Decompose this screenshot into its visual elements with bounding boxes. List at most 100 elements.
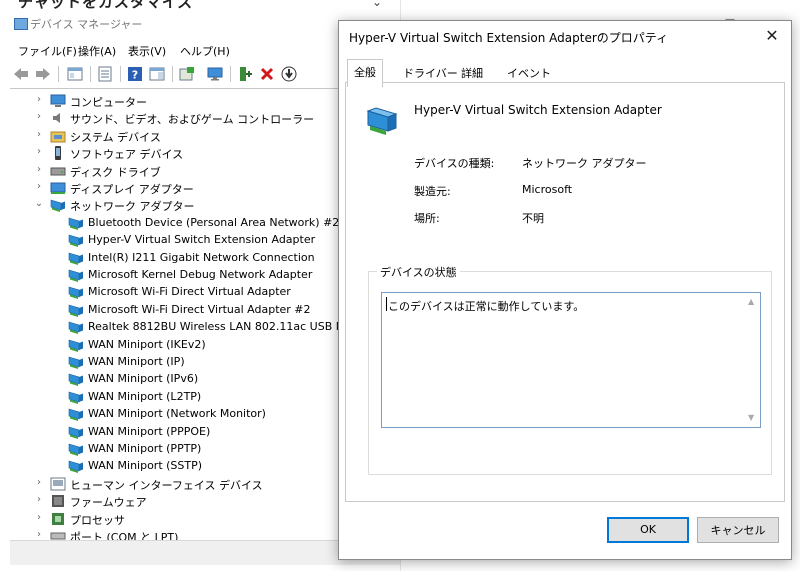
location-value: 不明 (522, 212, 544, 225)
tree-item-label: WAN Miniport (PPPOE) (88, 424, 211, 438)
forward-arrow-icon[interactable] (34, 65, 52, 83)
cancel-button[interactable]: キャンセル (697, 517, 779, 543)
add-legacy-hardware-icon[interactable] (236, 65, 254, 83)
close-icon[interactable]: ✕ (763, 27, 781, 45)
network-adapter-icon (68, 354, 84, 370)
chevron-right-icon[interactable]: › (34, 494, 44, 505)
tree-item-label: Realtek 8812BU Wireless LAN 802.11ac USB… (88, 320, 355, 334)
tree-item-label: Hyper-V Virtual Switch Extension Adapter (88, 233, 316, 247)
network-adapter-icon (68, 371, 84, 387)
action-pane-icon[interactable] (148, 65, 166, 83)
scroll-up-icon[interactable]: ▲ (748, 297, 754, 306)
toolbar-separator (120, 66, 121, 82)
device-type-value: ネットワーク アダプター (522, 157, 647, 170)
uninstall-x-icon[interactable] (258, 65, 276, 83)
tree-item-label: WAN Miniport (IKEv2) (88, 337, 206, 351)
chevron-down-icon[interactable]: ⌄ (34, 198, 44, 209)
tree-item-label: ソフトウェア デバイス (70, 148, 184, 162)
back-arrow-icon[interactable] (12, 65, 30, 83)
location-label: 場所: (414, 212, 440, 225)
monitor-icon[interactable] (206, 65, 224, 83)
update-driver-icon[interactable] (178, 65, 196, 83)
chevron-right-icon[interactable]: › (34, 129, 44, 140)
chevron-right-icon[interactable]: › (34, 146, 44, 157)
network-adapter-icon (68, 284, 84, 300)
tab-events[interactable]: イベント (501, 63, 557, 83)
text-caret (386, 297, 387, 311)
tree-item-label: Microsoft Kernel Debug Network Adapter (88, 268, 313, 281)
device-name: Hyper-V Virtual Switch Extension Adapter (414, 103, 662, 117)
software-device-icon (50, 145, 66, 161)
disk-drive-icon (50, 163, 66, 179)
menu-view[interactable]: 表示(V) (128, 43, 166, 59)
tab-details[interactable]: 詳細 (455, 63, 489, 83)
scroll-down-icon[interactable]: ▼ (748, 413, 754, 422)
toolbar-separator (58, 66, 59, 82)
network-adapter-icon (68, 267, 84, 283)
tree-item-label: ディスク ドライブ (70, 165, 161, 179)
ok-button[interactable]: OK (607, 517, 689, 543)
network-adapter-icon (68, 406, 84, 422)
tree-item-label: WAN Miniport (IP) (88, 355, 185, 368)
help-icon[interactable]: ? (126, 65, 144, 83)
toolbar-separator (230, 66, 231, 82)
manufacturer-value: Microsoft (522, 183, 573, 196)
network-adapter-icon (68, 232, 84, 248)
firmware-icon (50, 493, 66, 509)
network-adapter-icon (68, 389, 84, 405)
tree-item-label: ファームウェア (70, 496, 147, 510)
tree-item-label: システム デバイス (70, 130, 161, 144)
device-status-textbox[interactable]: このデバイスは正常に動作しています。 ▲ ▼ (381, 292, 761, 428)
general-tab-panel: Hyper-V Virtual Switch Extension Adapter… (345, 82, 785, 502)
tree-item-label: Microsoft Wi-Fi Direct Virtual Adapter (88, 285, 291, 299)
network-adapter-icon (68, 458, 84, 474)
device-type-label: デバイスの種類: (414, 157, 495, 170)
manufacturer-label: 製造元: (414, 185, 451, 198)
system-folder-icon (50, 128, 66, 144)
chevron-right-icon[interactable]: › (34, 94, 44, 105)
hid-icon (50, 476, 66, 492)
chevron-right-icon[interactable]: › (34, 477, 44, 488)
tree-item-label: Bluetooth Device (Personal Area Network)… (88, 215, 340, 229)
tree-item-label: ヒューマン インターフェイス デバイス (70, 478, 263, 492)
chevron-right-icon[interactable]: › (34, 181, 44, 192)
tree-item-label: ディスプレイ アダプター (70, 183, 194, 196)
properties-dialog: Hyper-V Virtual Switch Extension Adapter… (338, 20, 792, 560)
chevron-right-icon[interactable]: › (34, 529, 44, 540)
display-adapter-icon (50, 180, 66, 196)
speaker-icon (50, 110, 66, 126)
device-manager-app-icon (14, 18, 28, 30)
tab-general[interactable]: 全般 (347, 59, 383, 87)
tree-item-label: サウンド、ビデオ、およびゲーム コントローラー (70, 113, 315, 127)
menu-file[interactable]: ファイル(F) (18, 43, 77, 59)
tree-item-label: WAN Miniport (PPTP) (88, 442, 202, 455)
tab-driver[interactable]: ドライバー (397, 63, 464, 83)
menu-help[interactable]: ヘルプ(H) (180, 43, 230, 59)
chevron-right-icon[interactable]: › (34, 111, 44, 122)
network-adapter-icon (68, 302, 84, 318)
background-heading: チャットをカスタマイズ (18, 0, 194, 10)
show-hide-tree-icon[interactable] (66, 65, 84, 83)
network-adapter-icon (366, 105, 398, 137)
tree-item-label: プロセッサ (70, 513, 125, 527)
chevron-right-icon[interactable]: › (34, 164, 44, 175)
device-status-title: デバイスの状態 (377, 264, 460, 280)
svg-text:?: ? (132, 69, 138, 82)
network-adapter-icon (68, 424, 84, 440)
tree-item-label: コンピューター (70, 96, 147, 109)
properties-icon[interactable] (96, 65, 114, 83)
tree-item-label: Microsoft Wi-Fi Direct Virtual Adapter #… (88, 302, 311, 316)
chevron-right-icon[interactable]: › (34, 512, 44, 523)
tree-item-label: Intel(R) I211 Gigabit Network Connection (88, 250, 315, 264)
status-scrollbar[interactable]: ▲ ▼ (746, 293, 760, 427)
processor-icon (50, 511, 66, 527)
dialog-title: Hyper-V Virtual Switch Extension Adapter… (349, 31, 669, 45)
menu-action[interactable]: 操作(A) (78, 43, 116, 59)
download-driver-icon[interactable] (280, 65, 298, 83)
tree-item-label: ネットワーク アダプター (70, 200, 195, 214)
tree-item-label: WAN Miniport (Network Monitor) (88, 407, 266, 421)
device-status-text: このデバイスは正常に動作しています。 (388, 300, 585, 313)
device-manager-title: デバイス マネージャー (30, 18, 143, 31)
tree-item-label: WAN Miniport (L2TP) (88, 389, 202, 403)
toolbar-separator (172, 66, 173, 82)
